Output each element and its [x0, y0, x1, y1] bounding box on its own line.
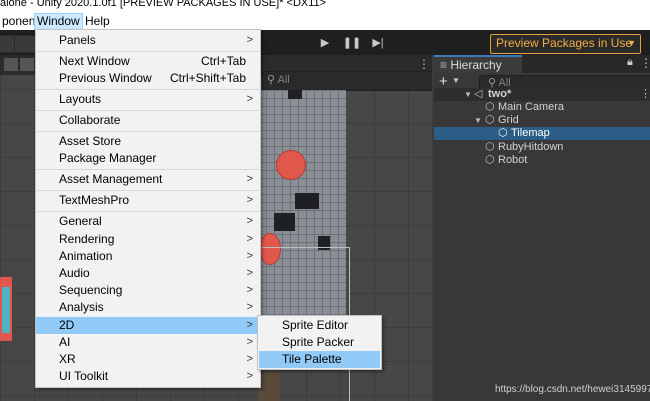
hierarchy-panel: ≡ Hierarchy 🔒︎ ⋮ + ▼ ⚲ All ▼ ◁ two* ⋮ ⬡ … — [434, 55, 650, 401]
gameobject-icon: ⬡ — [485, 101, 495, 113]
hierarchy-item[interactable]: ▼ ⬡ Grid — [434, 114, 650, 127]
hierarchy-item[interactable]: ⬡ Robot — [434, 154, 650, 167]
menu-item-textmeshpro[interactable]: TextMeshPro > — [36, 192, 260, 209]
menu-item-panels[interactable]: Panels > — [36, 32, 260, 49]
menu-help[interactable]: Help — [83, 13, 112, 30]
unity-scene-icon: ◁ — [474, 88, 483, 100]
menu-item-xr[interactable]: XR > — [36, 351, 260, 368]
menu-item-rendering[interactable]: Rendering > — [36, 231, 260, 248]
menu-item-animation[interactable]: Animation > — [36, 248, 260, 265]
menu-item-ui-toolkit[interactable]: UI Toolkit > — [36, 368, 260, 385]
hierarchy-item-label: Main Camera — [498, 101, 565, 113]
menu-item-package-manager[interactable]: Package Manager — [36, 150, 260, 167]
menu-item-sprite-packer[interactable]: Sprite Packer — [258, 334, 381, 351]
list-icon: ≡ — [440, 58, 451, 72]
menu-item-collaborate[interactable]: Collaborate — [36, 112, 260, 129]
tile-dark — [288, 90, 302, 99]
character-sprite-detail — [2, 287, 10, 333]
scene-tool-icon[interactable] — [4, 58, 18, 71]
more-options-icon[interactable]: ⋮ — [418, 57, 430, 71]
more-options-icon[interactable]: ⋮ — [640, 88, 650, 101]
window-menu: Panels > Next Window Ctrl+Tab Previous Win… — [35, 29, 261, 388]
menu-item-analysis[interactable]: Analysis > — [36, 299, 260, 316]
menu-item-asset-store[interactable]: Asset Store — [36, 133, 260, 150]
hierarchy-tab-label: Hierarchy — [450, 58, 502, 72]
chevron-right-icon: > — [246, 233, 253, 245]
scene-search-placeholder: All — [277, 74, 290, 86]
chevron-right-icon: > — [246, 370, 253, 382]
tile-dark — [274, 213, 295, 231]
menu-bar: ponent Window Help — [0, 12, 650, 32]
menu-item-sprite-editor[interactable]: Sprite Editor — [258, 317, 381, 334]
chevron-right-icon: > — [246, 319, 253, 331]
hierarchy-item-label: Tilemap — [511, 127, 550, 139]
tile-dark — [295, 193, 319, 209]
search-icon: ⚲ — [267, 74, 276, 86]
chevron-right-icon: > — [246, 173, 253, 185]
expand-arrow-icon[interactable]: ▼ — [464, 88, 472, 101]
step-button[interactable]: ▶| — [366, 35, 390, 51]
scene-tool-icon[interactable] — [20, 58, 34, 71]
hierarchy-tabbar: ≡ Hierarchy 🔒︎ ⋮ — [434, 55, 650, 74]
chevron-right-icon: > — [246, 215, 253, 227]
menu-item-tile-palette[interactable]: Tile Palette — [259, 351, 380, 368]
watermark: https://blog.csdn.net/hewei314599782 — [495, 384, 650, 395]
hierarchy-item[interactable]: ⬡ RubyHitdown — [434, 141, 650, 154]
more-options-icon[interactable]: ⋮ — [640, 56, 650, 70]
window-title: alone - Unity 2020.1.0f1 [PREVIEW PACKAG… — [0, 0, 650, 12]
gameobject-icon: ⬡ — [485, 114, 495, 126]
menu-item-previous-window[interactable]: Previous Window Ctrl+Shift+Tab — [36, 70, 260, 87]
robot-sprite — [258, 373, 280, 401]
menu-item-next-window[interactable]: Next Window Ctrl+Tab — [36, 53, 260, 70]
chevron-right-icon: > — [246, 301, 253, 313]
chevron-right-icon: > — [246, 194, 253, 206]
lock-icon[interactable]: 🔒︎ — [627, 56, 633, 69]
chevron-down-icon[interactable]: ▼ — [452, 76, 460, 85]
gameobject-icon: ⬡ — [485, 141, 495, 153]
hierarchy-item-label: Grid — [498, 114, 519, 126]
chevron-right-icon: > — [246, 284, 253, 296]
menu-item-general[interactable]: General > — [36, 213, 260, 230]
menu-item-2d[interactable]: 2D > — [36, 317, 260, 334]
submenu-2d: Sprite Editor Sprite Packer Tile Palette — [257, 315, 382, 370]
preview-packages-label: Preview Packages in Use — [496, 36, 633, 50]
hierarchy-item[interactable]: ⬡ Main Camera — [434, 101, 650, 114]
menu-item-audio[interactable]: Audio > — [36, 265, 260, 282]
tab-hierarchy[interactable]: ≡ Hierarchy — [434, 55, 522, 74]
orb-sprite — [276, 150, 306, 180]
menu-item-ai[interactable]: AI > — [36, 334, 260, 351]
hierarchy-item-label: RubyHitdown — [498, 141, 564, 153]
play-button[interactable]: ▶ — [313, 35, 337, 51]
chevron-right-icon: > — [246, 336, 253, 348]
chevron-right-icon: > — [246, 34, 253, 46]
scene-search-input[interactable]: ⚲ All — [262, 71, 432, 91]
expand-arrow-icon[interactable]: ▼ — [474, 114, 482, 127]
chevron-right-icon: > — [246, 250, 253, 262]
gameobject-icon: ⬡ — [498, 127, 508, 139]
preview-packages-button[interactable]: Preview Packages in Use ▼ — [490, 34, 641, 54]
menu-item-sequencing[interactable]: Sequencing > — [36, 282, 260, 299]
chevron-right-icon: > — [246, 267, 253, 279]
hierarchy-item-label: Robot — [498, 154, 528, 166]
scene-name: two* — [488, 88, 512, 100]
chevron-right-icon: > — [246, 353, 253, 365]
hierarchy-item-selected[interactable]: ⬡ Tilemap — [434, 127, 650, 140]
orb-sprite — [259, 233, 281, 265]
menu-item-asset-management[interactable]: Asset Management > — [36, 171, 260, 188]
chevron-down-icon: ▼ — [627, 38, 636, 48]
camera-frame — [262, 247, 350, 248]
pause-button[interactable]: ❚❚ — [340, 35, 364, 51]
chevron-right-icon: > — [246, 93, 253, 105]
gameobject-icon: ⬡ — [485, 154, 495, 166]
menu-item-layouts[interactable]: Layouts > — [36, 91, 260, 108]
hierarchy-scene-row[interactable]: ▼ ◁ two* ⋮ — [434, 88, 650, 101]
